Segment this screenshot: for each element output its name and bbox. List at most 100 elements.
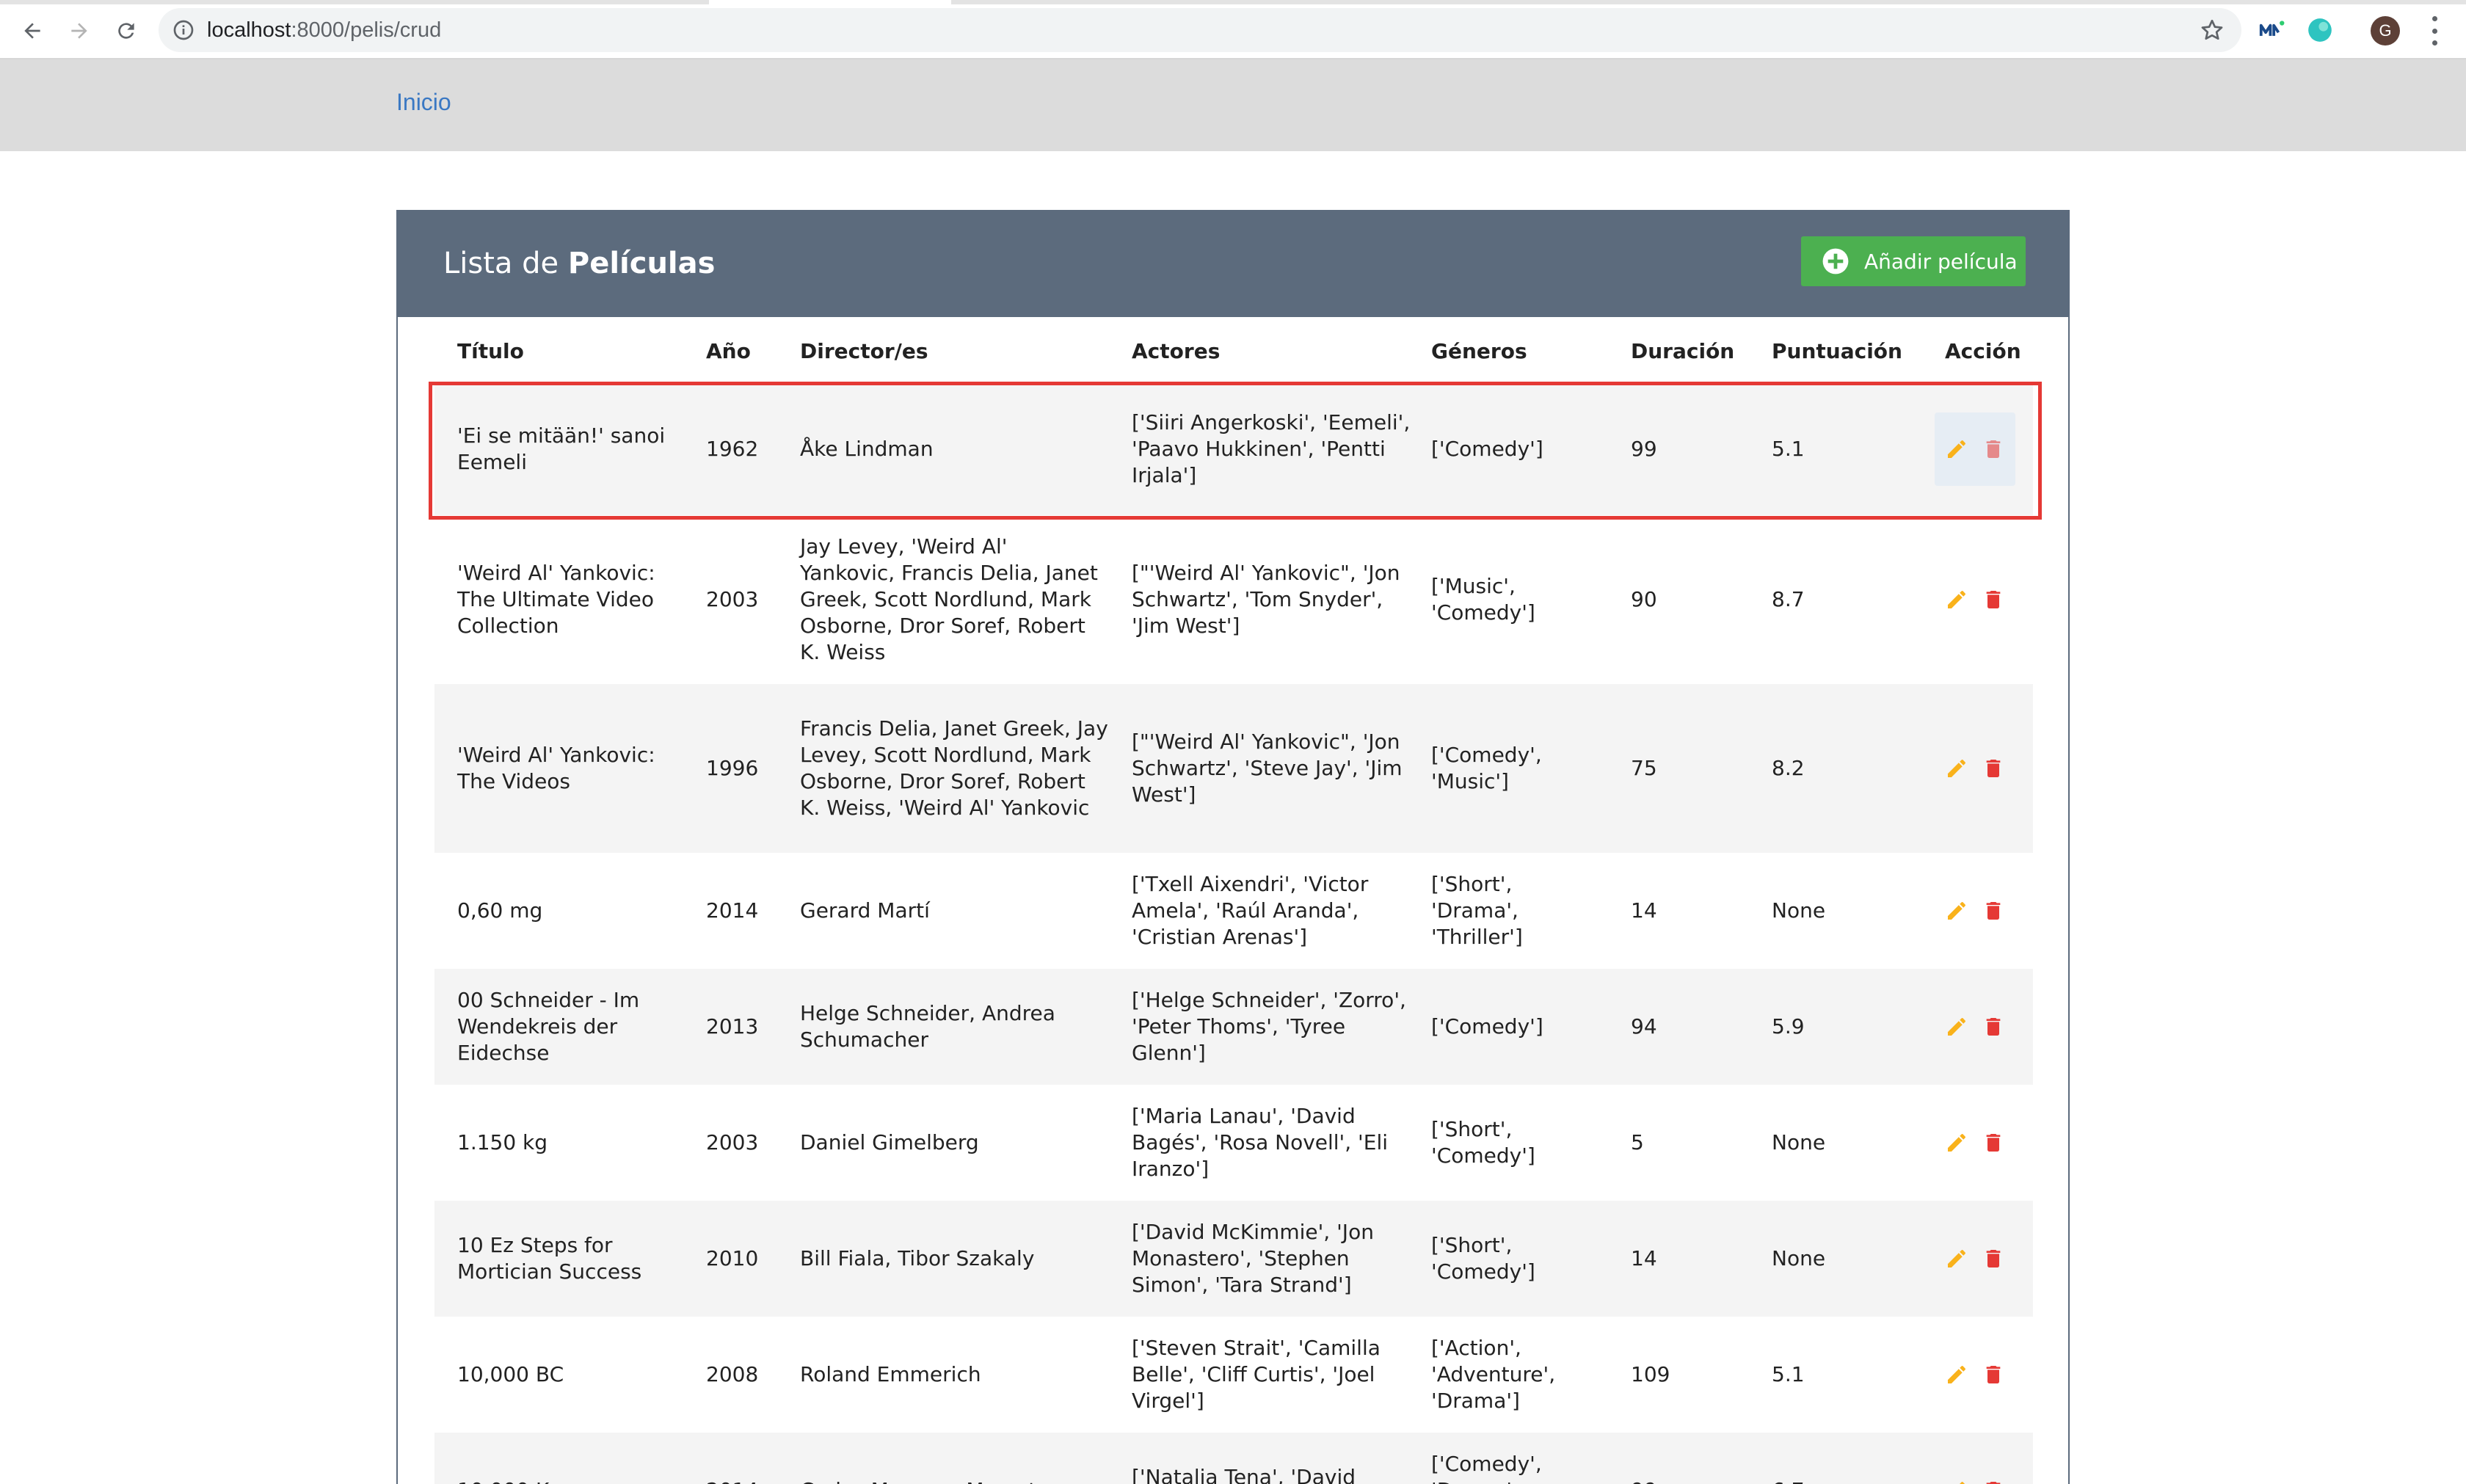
header-duration[interactable]: Duración [1631, 339, 1734, 363]
table-row: 'Ei se mitään!' sanoi Eemeli 1962 Åke Lind… [434, 383, 2033, 515]
cell-directors: Bill Fiala, Tibor Szakaly [800, 1201, 1108, 1317]
cell-actors-text: ["'Weird Al' Yankovic", 'Jon Schwartz', … [1132, 730, 1403, 807]
table-row: 10.000 Km 2014 Carlos Marques-Marcet ['Nata… [434, 1433, 2033, 1484]
trash-icon[interactable] [1982, 757, 2005, 780]
cell-actors: ['Txell Aixendri', 'Victor Amela', 'Raúl… [1132, 853, 1411, 969]
pencil-icon[interactable] [1945, 1015, 1968, 1039]
cell-actors-text: ['Natalia Tena', 'David Verdaguer'] [1132, 1465, 1356, 1484]
trash-icon[interactable] [1982, 1015, 2005, 1039]
cell-directors: Åke Lindman [800, 383, 1108, 515]
table-row: 'Weird Al' Yankovic: The Videos 1996 Franc… [434, 684, 2033, 853]
pencil-icon[interactable] [1945, 588, 1968, 611]
bookmark-star-icon[interactable] [2199, 17, 2225, 43]
header-actors[interactable]: Actores [1132, 339, 1220, 363]
back-button[interactable] [15, 13, 50, 48]
forward-button[interactable] [62, 13, 97, 48]
cell-directors: Helge Schneider, Andrea Schumacher [800, 969, 1108, 1085]
browser-menu-icon[interactable] [2429, 16, 2440, 46]
address-bar[interactable]: localhost:8000/pelis/crud [159, 8, 2241, 52]
cell-year: 1962 [706, 383, 779, 515]
header-score[interactable]: Puntuación [1772, 339, 1902, 363]
cell-genres: ['Short', 'Comedy'] [1431, 1201, 1593, 1317]
trash-icon[interactable] [1982, 1363, 2005, 1386]
home-link[interactable]: Inicio [396, 89, 451, 116]
cell-duration: 99 [1631, 383, 1719, 515]
pencil-icon[interactable] [1945, 757, 1968, 780]
cell-title-text: 'Weird Al' Yankovic: The Ultimate Video … [457, 561, 655, 638]
cell-year-text: 2014 [706, 1477, 758, 1484]
cell-score: None [1772, 853, 1889, 969]
cell-genres-text: ['Comedy', 'Drama', 'Romance'] [1431, 1452, 1542, 1484]
cell-actors: ['Natalia Tena', 'David Verdaguer'] [1132, 1433, 1411, 1484]
url-host: localhost [207, 18, 291, 42]
cell-directors-text: Roland Emmerich [800, 1362, 981, 1386]
cell-directors-text: Åke Lindman [800, 437, 934, 461]
active-tab[interactable] [709, 0, 951, 4]
row-actions [1935, 412, 2015, 486]
cell-actors-text: ['Helge Schneider', 'Zorro', 'Peter Thom… [1132, 988, 1406, 1065]
table-row: 'Weird Al' Yankovic: The Ultimate Video … [434, 515, 2033, 684]
cell-score-text: 8.7 [1772, 587, 1805, 611]
trash-icon[interactable] [1982, 1247, 2005, 1270]
row-actions [1935, 1106, 2015, 1179]
trash-icon[interactable] [1982, 588, 2005, 611]
cell-score: None [1772, 1085, 1889, 1201]
movies-card: Lista de Películas Añadir película Títul… [396, 210, 2070, 1484]
cell-genres-text: ['Comedy'] [1431, 437, 1543, 461]
cell-year-text: 2008 [706, 1362, 759, 1386]
pencil-icon[interactable] [1945, 1247, 1968, 1270]
header-directors[interactable]: Director/es [800, 339, 928, 363]
info-icon[interactable] [172, 18, 195, 42]
cell-duration: 14 [1631, 853, 1719, 969]
table-row: 10 Ez Steps for Mortician Success 2010 Bil… [434, 1201, 2033, 1317]
pencil-icon[interactable] [1945, 1131, 1968, 1154]
cell-year: 2003 [706, 1085, 779, 1201]
extension-circle-icon[interactable] [2306, 16, 2334, 44]
cell-title: 1.150 kg [457, 1085, 677, 1201]
pencil-icon[interactable] [1945, 1479, 1968, 1484]
cell-score: 5.1 [1772, 383, 1889, 515]
cell-score: 6.7 [1772, 1433, 1889, 1484]
cell-title: 'Weird Al' Yankovic: The Ultimate Video … [457, 515, 677, 684]
pencil-icon[interactable] [1945, 437, 1968, 461]
profile-avatar[interactable]: G [2371, 16, 2400, 46]
cell-actors: ['Maria Lanau', 'David Bagés', 'Rosa Nov… [1132, 1085, 1411, 1201]
table-row: 10,000 BC 2008 Roland Emmerich ['Steven Str… [434, 1317, 2033, 1433]
header-genres[interactable]: Géneros [1431, 339, 1527, 363]
cell-score: 8.2 [1772, 684, 1889, 853]
cell-title: 0,60 mg [457, 853, 677, 969]
cell-score: 8.7 [1772, 515, 1889, 684]
cell-duration-text: 75 [1631, 756, 1657, 780]
cell-title-text: 'Weird Al' Yankovic: The Videos [457, 743, 655, 793]
cell-actors-text: ['Maria Lanau', 'David Bagés', 'Rosa Nov… [1132, 1104, 1389, 1181]
extension-m-icon[interactable] [2258, 16, 2285, 44]
trash-icon[interactable] [1982, 1479, 2005, 1484]
page-title: Lista de Películas [443, 247, 715, 280]
card-header: Lista de Películas Añadir película [398, 211, 2068, 317]
header-title[interactable]: Título [457, 339, 524, 363]
reload-button[interactable] [109, 13, 144, 48]
cell-genres: ['Short', 'Comedy'] [1431, 1085, 1593, 1201]
cell-year-text: 2010 [706, 1246, 759, 1270]
pencil-icon[interactable] [1945, 1363, 1968, 1386]
cell-year-text: 1962 [706, 437, 759, 461]
trash-icon[interactable] [1982, 1131, 2005, 1154]
add-movie-button[interactable]: Añadir película [1801, 236, 2026, 286]
cell-actors-text: ['Txell Aixendri', 'Victor Amela', 'Raúl… [1132, 872, 1369, 949]
cell-directors: Gerard Martí [800, 853, 1108, 969]
plus-circle-icon [1822, 248, 1849, 274]
cell-directors-text: Gerard Martí [800, 898, 930, 923]
cell-genres-text: ['Music', 'Comedy'] [1431, 574, 1535, 625]
pencil-icon[interactable] [1945, 899, 1968, 923]
trash-icon[interactable] [1982, 437, 2005, 461]
cell-score-text: 5.1 [1772, 1362, 1805, 1386]
cell-actors: ["'Weird Al' Yankovic", 'Jon Schwartz', … [1132, 684, 1411, 853]
trash-icon[interactable] [1982, 899, 2005, 923]
row-actions [1935, 874, 2015, 947]
header-year[interactable]: Año [706, 339, 751, 363]
cell-year-text: 2003 [706, 1130, 759, 1154]
back-arrow-icon [24, 23, 40, 39]
browser-toolbar: localhost:8000/pelis/crud G [0, 0, 2466, 59]
cell-actors: ['Steven Strait', 'Camilla Belle', 'Clif… [1132, 1317, 1411, 1433]
row-actions [1935, 1338, 2015, 1411]
